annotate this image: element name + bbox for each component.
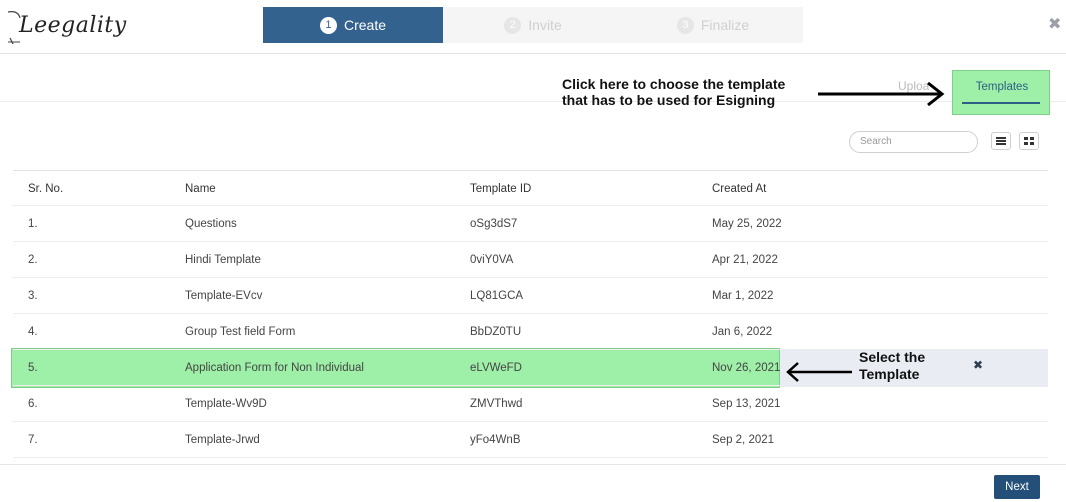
cell-name: Template-Jrwd bbox=[185, 434, 260, 446]
annotation-templates-hint: Click here to choose the template that h… bbox=[562, 76, 786, 108]
step-number: 2 bbox=[504, 16, 522, 34]
cell-created: Nov 26, 2021 bbox=[712, 362, 781, 374]
step-label: Finalize bbox=[700, 17, 750, 33]
cell-sr: 6. bbox=[28, 398, 38, 410]
step-number: 3 bbox=[676, 16, 694, 34]
step-finalize[interactable]: 3 Finalize bbox=[623, 7, 803, 43]
cell-name: Application Form for Non Individual bbox=[185, 362, 364, 374]
step-label: Create bbox=[343, 17, 387, 33]
cell-name: Template-Wv9D bbox=[185, 398, 267, 410]
table-row[interactable]: 7. Template-Jrwd yFo4WnB Sep 2, 2021 bbox=[13, 422, 1048, 458]
next-button[interactable]: Next bbox=[994, 475, 1040, 499]
cell-created: May 25, 2022 bbox=[712, 218, 782, 230]
header-sr-no: Sr. No. bbox=[28, 183, 64, 195]
cell-id: 0viY0VA bbox=[470, 254, 514, 266]
list-view-button[interactable] bbox=[991, 132, 1011, 150]
cell-created: Sep 2, 2021 bbox=[712, 434, 775, 446]
logo-text: Leegality bbox=[19, 13, 127, 38]
cell-sr: 2. bbox=[28, 254, 38, 266]
cell-id: ZMVThwd bbox=[470, 398, 523, 410]
header: Leegality 1 Create 2 Invite 3 Finalize ✖ bbox=[0, 0, 1066, 54]
active-tab-indicator bbox=[962, 102, 1040, 104]
step-label: Invite bbox=[528, 17, 562, 33]
step-number: 1 bbox=[319, 16, 337, 34]
table-row[interactable]: 6. Template-Wv9D ZMVThwd Sep 13, 2021 bbox=[13, 386, 1048, 422]
header-template-id: Template ID bbox=[470, 183, 532, 195]
templates-table: Sr. No. Name Template ID Created At 1. Q… bbox=[13, 170, 1048, 458]
cell-id: oSg3dS7 bbox=[470, 218, 518, 230]
table-row[interactable]: 1. Questions oSg3dS7 May 25, 2022 bbox=[13, 206, 1048, 242]
cell-sr: 1. bbox=[28, 218, 38, 230]
tab-templates[interactable]: Templates bbox=[952, 70, 1050, 115]
table-row[interactable]: 4. Group Test field Form BbDZ0TU Jan 6, … bbox=[13, 314, 1048, 350]
annotation-select-line2: Template bbox=[859, 366, 920, 382]
cell-sr: 5. bbox=[28, 362, 38, 374]
header-created-at: Created At bbox=[712, 183, 767, 195]
cell-name: Hindi Template bbox=[185, 254, 261, 266]
step-invite[interactable]: 2 Invite bbox=[443, 7, 623, 43]
cell-id: eLVWeFD bbox=[470, 362, 522, 374]
deselect-icon[interactable]: ✖ bbox=[973, 358, 983, 372]
tab-templates-label: Templates bbox=[975, 81, 1029, 93]
cell-sr: 7. bbox=[28, 434, 38, 446]
arrow-left-icon bbox=[786, 362, 852, 382]
cell-id: BbDZ0TU bbox=[470, 326, 522, 338]
search-input[interactable]: Search bbox=[849, 131, 978, 153]
cell-created: Jan 6, 2022 bbox=[712, 326, 773, 338]
cell-id: yFo4WnB bbox=[470, 434, 521, 446]
annotation-select-line1: Select the bbox=[859, 349, 926, 365]
grid-view-button[interactable] bbox=[1019, 132, 1039, 150]
cell-created: Apr 21, 2022 bbox=[712, 254, 778, 266]
grid-icon bbox=[1024, 137, 1034, 145]
cell-id: LQ81GCA bbox=[470, 290, 524, 302]
table-header: Sr. No. Name Template ID Created At bbox=[13, 170, 1048, 206]
cell-sr: 4. bbox=[28, 326, 38, 338]
close-icon[interactable]: ✖ bbox=[1048, 14, 1062, 34]
cell-created: Sep 13, 2021 bbox=[712, 398, 781, 410]
cell-created: Mar 1, 2022 bbox=[712, 290, 774, 302]
logo: Leegality bbox=[6, 8, 126, 44]
header-name: Name bbox=[185, 183, 216, 195]
step-create[interactable]: 1 Create bbox=[263, 7, 443, 43]
table-row[interactable]: 3. Template-EVcv LQ81GCA Mar 1, 2022 bbox=[13, 278, 1048, 314]
table-row[interactable]: 2. Hindi Template 0viY0VA Apr 21, 2022 bbox=[13, 242, 1048, 278]
arrow-right-icon bbox=[818, 82, 945, 106]
footer bbox=[0, 464, 1066, 502]
list-icon bbox=[996, 137, 1006, 145]
cell-name: Template-EVcv bbox=[185, 290, 263, 302]
step-progress: 1 Create 2 Invite 3 Finalize bbox=[263, 7, 803, 43]
cell-name: Group Test field Form bbox=[185, 326, 296, 338]
cell-name: Questions bbox=[185, 218, 237, 230]
cell-sr: 3. bbox=[28, 290, 38, 302]
